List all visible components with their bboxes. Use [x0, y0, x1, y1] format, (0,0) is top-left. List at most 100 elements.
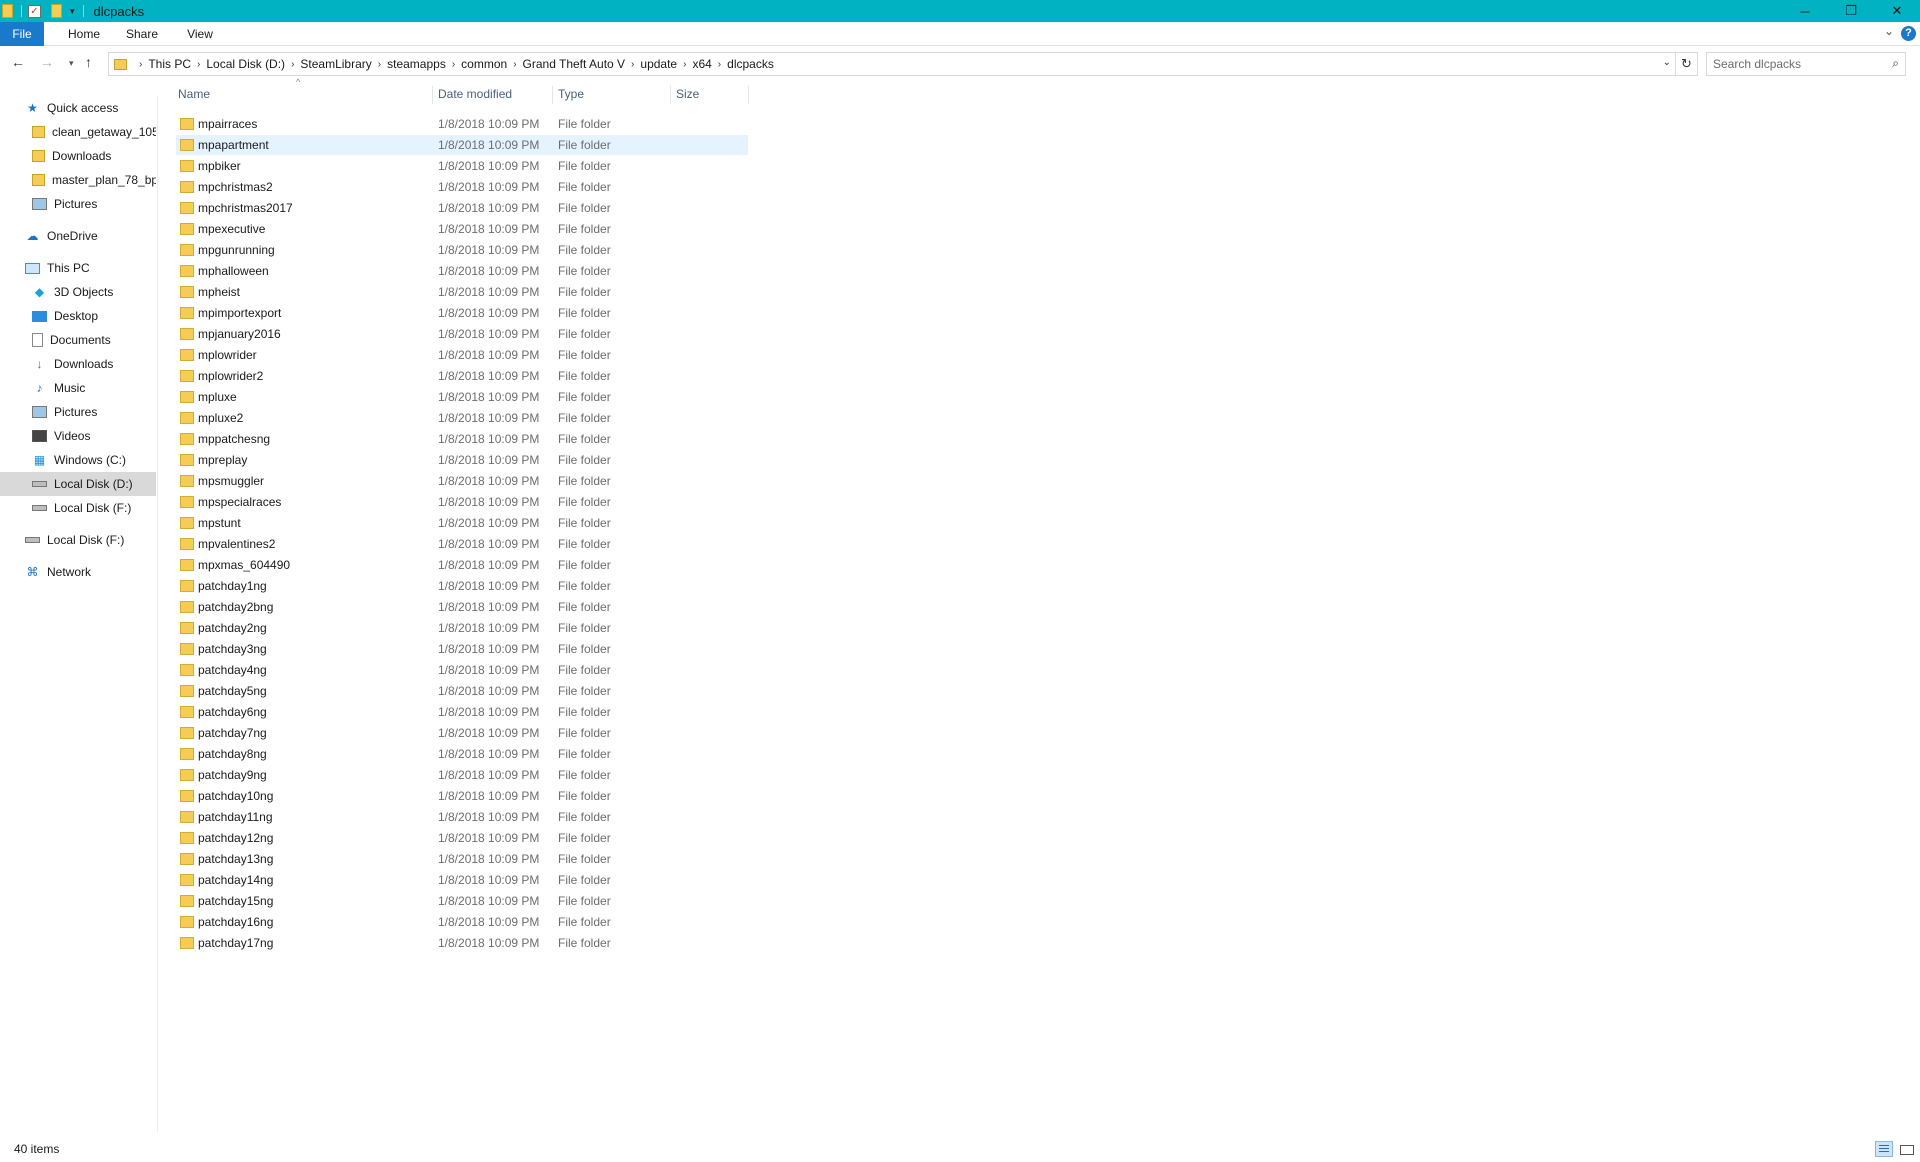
- file-row[interactable]: patchday1ng 1/8/2018 10:09 PM File folder: [176, 576, 748, 596]
- refresh-icon[interactable]: ↻: [1676, 52, 1698, 76]
- column-header-date[interactable]: Date modified: [436, 84, 552, 106]
- column-divider[interactable]: [748, 86, 749, 104]
- file-row[interactable]: mplowrider2 1/8/2018 10:09 PM File folder: [176, 366, 748, 386]
- column-divider[interactable]: [432, 86, 433, 104]
- sidebar-item[interactable]: clean_getaway_105_: [0, 120, 156, 144]
- file-row[interactable]: patchday6ng 1/8/2018 10:09 PM File folder: [176, 702, 748, 722]
- breadcrumb-item[interactable]: update: [640, 57, 677, 71]
- tab-file[interactable]: File: [0, 22, 44, 46]
- file-row[interactable]: mpbiker 1/8/2018 10:09 PM File folder: [176, 156, 748, 176]
- breadcrumb-chevron-icon[interactable]: ›: [513, 59, 516, 70]
- file-row[interactable]: patchday7ng 1/8/2018 10:09 PM File folder: [176, 723, 748, 743]
- file-row[interactable]: mpreplay 1/8/2018 10:09 PM File folder: [176, 450, 748, 470]
- file-row[interactable]: mpchristmas2 1/8/2018 10:09 PM File folder: [176, 177, 748, 197]
- restore-button[interactable]: ❐: [1828, 0, 1874, 22]
- file-row[interactable]: patchday13ng 1/8/2018 10:09 PM File folder: [176, 849, 748, 869]
- minimize-button[interactable]: ─: [1782, 0, 1828, 22]
- help-icon[interactable]: ?: [1901, 26, 1916, 41]
- new-folder-icon[interactable]: [51, 4, 62, 18]
- sidebar-item[interactable]: Pictures: [0, 192, 156, 216]
- file-row[interactable]: patchday12ng 1/8/2018 10:09 PM File folder: [176, 828, 748, 848]
- sidebar-item[interactable]: ▦ Windows (C:): [0, 448, 156, 472]
- file-row[interactable]: mpheist 1/8/2018 10:09 PM File folder: [176, 282, 748, 302]
- sidebar-item[interactable]: ◆ 3D Objects: [0, 280, 156, 304]
- properties-icon[interactable]: ✓: [28, 4, 41, 18]
- up-arrow-icon[interactable]: ↑: [85, 54, 92, 70]
- column-divider[interactable]: [670, 86, 671, 104]
- column-header-type[interactable]: Type: [556, 84, 668, 106]
- breadcrumb-item[interactable]: Local Disk (D:): [206, 57, 285, 71]
- breadcrumb-chevron-icon[interactable]: ›: [631, 59, 634, 70]
- file-row[interactable]: patchday16ng 1/8/2018 10:09 PM File folder: [176, 912, 748, 932]
- breadcrumb-chevron-icon[interactable]: ›: [452, 59, 455, 70]
- breadcrumb-item[interactable]: common: [461, 57, 507, 71]
- file-row[interactable]: mpstunt 1/8/2018 10:09 PM File folder: [176, 513, 748, 533]
- sidebar-item[interactable]: Videos: [0, 424, 156, 448]
- file-row[interactable]: patchday14ng 1/8/2018 10:09 PM File folder: [176, 870, 748, 890]
- address-bar[interactable]: › This PC › Local Disk (D:) › SteamLibrary › st…: [108, 52, 1676, 76]
- details-view-icon[interactable]: [1875, 1141, 1893, 1157]
- breadcrumb-item[interactable]: x64: [692, 57, 711, 71]
- file-row[interactable]: mpchristmas2017 1/8/2018 10:09 PM File fol…: [176, 198, 748, 218]
- file-row[interactable]: patchday8ng 1/8/2018 10:09 PM File folder: [176, 744, 748, 764]
- tab-home[interactable]: Home: [62, 22, 106, 46]
- sidebar-item[interactable]: ♪ Music: [0, 376, 156, 400]
- file-row[interactable]: mpexecutive 1/8/2018 10:09 PM File folder: [176, 219, 748, 239]
- file-row[interactable]: mpluxe2 1/8/2018 10:09 PM File folder: [176, 408, 748, 428]
- file-row[interactable]: patchday2ng 1/8/2018 10:09 PM File folder: [176, 618, 748, 638]
- file-row[interactable]: patchday4ng 1/8/2018 10:09 PM File folder: [176, 660, 748, 680]
- breadcrumb-item[interactable]: SteamLibrary: [300, 57, 371, 71]
- file-row[interactable]: mpimportexport 1/8/2018 10:09 PM File fold…: [176, 303, 748, 323]
- sidebar-item[interactable]: Local Disk (F:): [0, 528, 156, 552]
- sidebar-item[interactable]: Downloads: [0, 144, 156, 168]
- sidebar-item[interactable]: Pictures: [0, 400, 156, 424]
- file-row[interactable]: patchday9ng 1/8/2018 10:09 PM File folder: [176, 765, 748, 785]
- breadcrumb-chevron-icon[interactable]: ›: [683, 59, 686, 70]
- recent-locations-icon[interactable]: ▾: [69, 58, 74, 69]
- file-row[interactable]: mpairraces 1/8/2018 10:09 PM File folder: [176, 114, 748, 134]
- large-icons-view-icon[interactable]: [1897, 1141, 1915, 1157]
- file-row[interactable]: patchday10ng 1/8/2018 10:09 PM File folder: [176, 786, 748, 806]
- file-row[interactable]: patchday15ng 1/8/2018 10:09 PM File folder: [176, 891, 748, 911]
- sidebar-item[interactable]: ↓ Downloads: [0, 352, 156, 376]
- file-row[interactable]: mpvalentines2 1/8/2018 10:09 PM File folde…: [176, 534, 748, 554]
- file-row[interactable]: mpspecialraces 1/8/2018 10:09 PM File fold…: [176, 492, 748, 512]
- address-history-chevron-icon[interactable]: ⌄: [1663, 57, 1671, 68]
- file-row[interactable]: mppatchesng 1/8/2018 10:09 PM File folder: [176, 429, 748, 449]
- breadcrumb-item[interactable]: This PC: [148, 57, 191, 71]
- sidebar-item[interactable]: Local Disk (D:): [0, 472, 156, 496]
- column-divider[interactable]: [552, 86, 553, 104]
- back-arrow-icon[interactable]: ←: [11, 54, 25, 70]
- customize-toolbar-icon[interactable]: ▾: [70, 6, 75, 17]
- search-input[interactable]: [1707, 53, 1877, 75]
- file-row[interactable]: mpluxe 1/8/2018 10:09 PM File folder: [176, 387, 748, 407]
- close-button[interactable]: ✕: [1874, 0, 1920, 22]
- sidebar-item[interactable]: Documents: [0, 328, 156, 352]
- breadcrumb-chevron-icon[interactable]: ›: [378, 59, 381, 70]
- file-row[interactable]: patchday2bng 1/8/2018 10:09 PM File folder: [176, 597, 748, 617]
- breadcrumb-item[interactable]: dlcpacks: [727, 57, 774, 71]
- file-row[interactable]: patchday3ng 1/8/2018 10:09 PM File folder: [176, 639, 748, 659]
- sidebar-item[interactable]: ★ Quick access: [0, 96, 156, 120]
- file-row[interactable]: mpapartment 1/8/2018 10:09 PM File folder: [176, 135, 748, 155]
- forward-arrow-icon[interactable]: →: [40, 54, 54, 70]
- file-row[interactable]: mpsmuggler 1/8/2018 10:09 PM File folder: [176, 471, 748, 491]
- search-icon[interactable]: ⌕: [1892, 56, 1899, 71]
- sidebar-item[interactable]: This PC: [0, 256, 156, 280]
- breadcrumb-chevron-icon[interactable]: ›: [197, 59, 200, 70]
- breadcrumb-item[interactable]: steamapps: [387, 57, 446, 71]
- breadcrumb-chevron-icon[interactable]: ›: [139, 59, 142, 70]
- file-row[interactable]: patchday11ng 1/8/2018 10:09 PM File folder: [176, 807, 748, 827]
- breadcrumb-chevron-icon[interactable]: ›: [718, 59, 721, 70]
- file-row[interactable]: mpjanuary2016 1/8/2018 10:09 PM File folde…: [176, 324, 748, 344]
- column-header-name[interactable]: Name: [176, 84, 432, 106]
- file-row[interactable]: patchday5ng 1/8/2018 10:09 PM File folder: [176, 681, 748, 701]
- expand-ribbon-icon[interactable]: ⌄: [1884, 24, 1894, 38]
- sidebar-item[interactable]: Desktop: [0, 304, 156, 328]
- sidebar-item[interactable]: Local Disk (F:): [0, 496, 156, 520]
- file-row[interactable]: mpgunrunning 1/8/2018 10:09 PM File folder: [176, 240, 748, 260]
- file-row[interactable]: mpxmas_604490 1/8/2018 10:09 PM File folde…: [176, 555, 748, 575]
- tab-share[interactable]: Share: [120, 22, 164, 46]
- column-header-size[interactable]: Size: [674, 84, 746, 106]
- file-row[interactable]: mphalloween 1/8/2018 10:09 PM File folder: [176, 261, 748, 281]
